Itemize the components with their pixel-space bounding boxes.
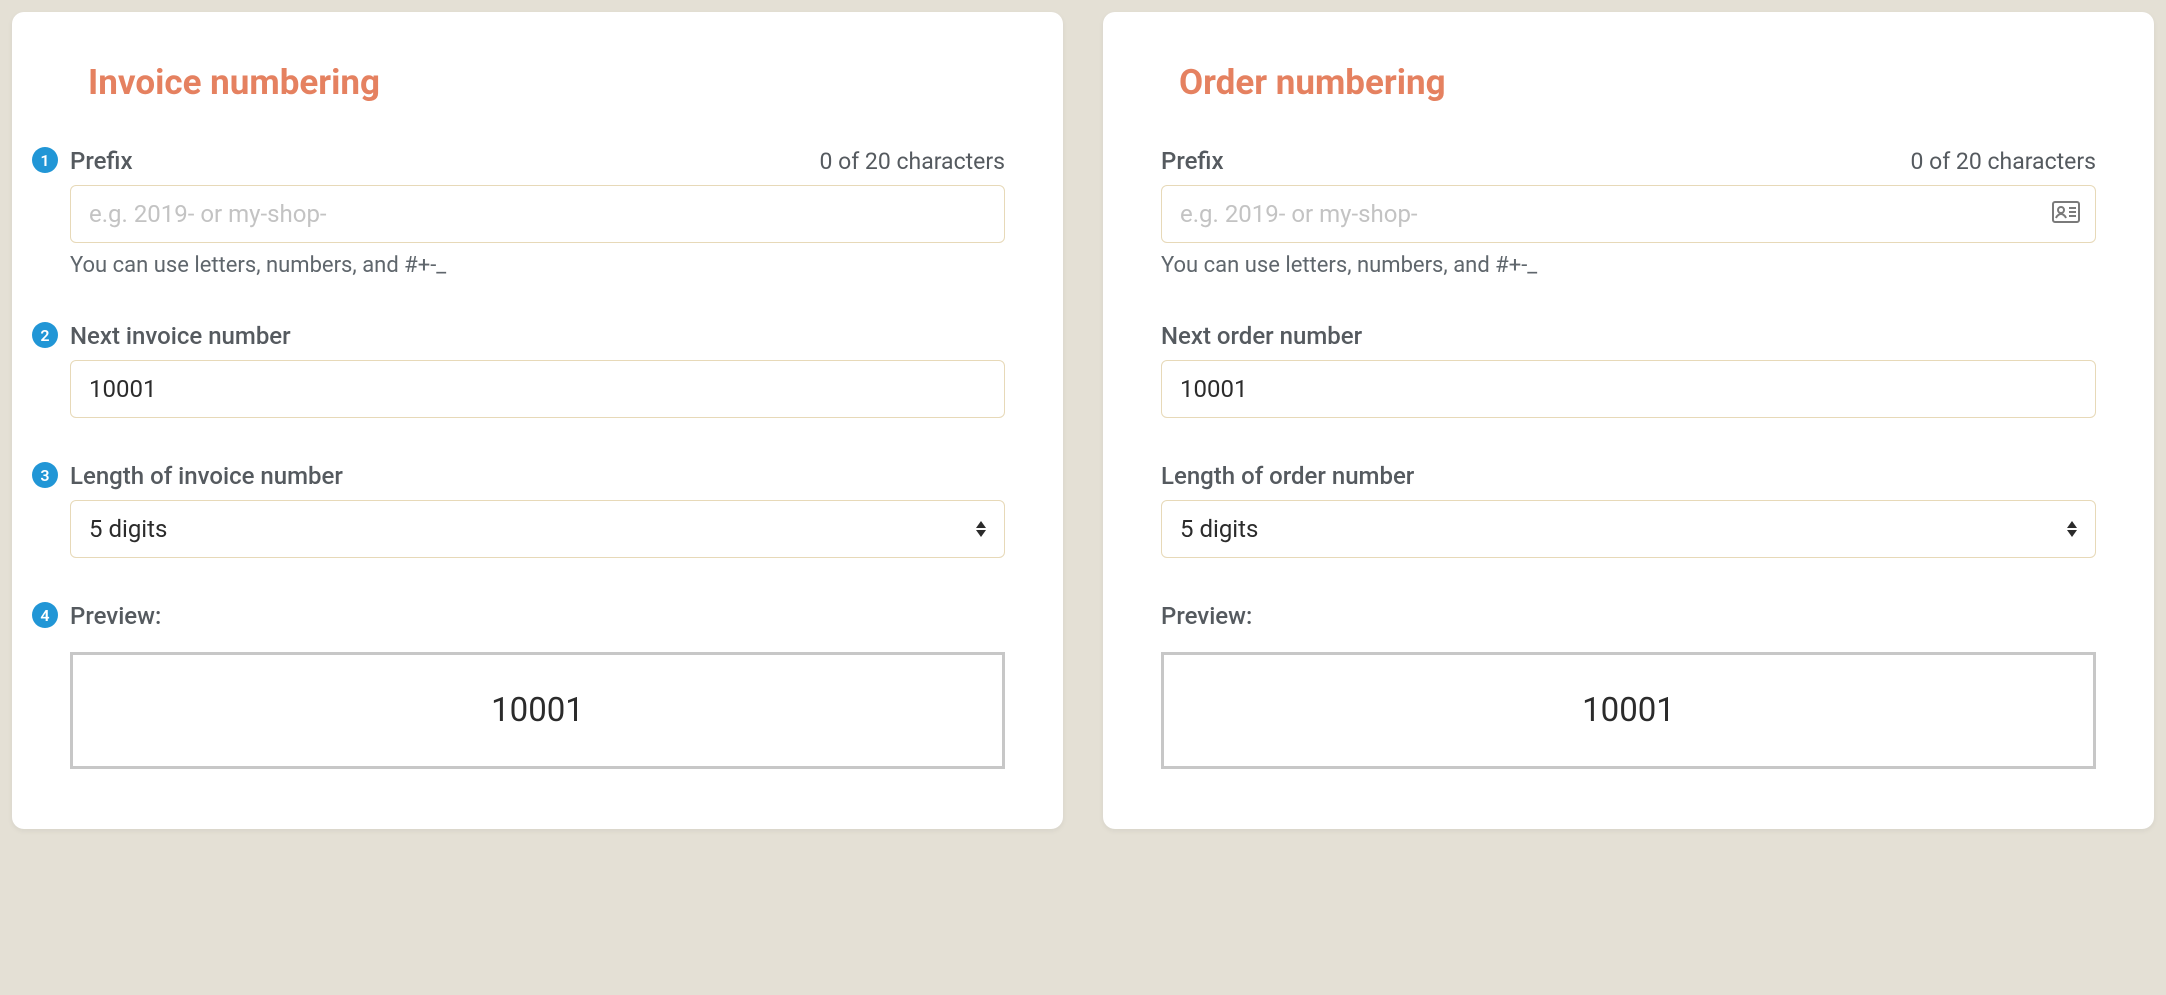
invoice-length-field: 3 Length of invoice number 5 digits (70, 462, 1005, 558)
order-prefix-field: Prefix 0 of 20 characters You can use (1161, 147, 2096, 278)
order-prefix-hint: You can use letters, numbers, and #+-_ (1161, 253, 2096, 278)
invoice-preview-box: 10001 (70, 652, 1005, 769)
invoice-preview-field: 4 Preview: 10001 (70, 602, 1005, 769)
step-badge-4: 4 (32, 602, 58, 628)
order-preview-field: Preview: 10001 (1161, 602, 2096, 769)
invoice-length-label: Length of invoice number (70, 462, 343, 490)
invoice-length-select[interactable]: 5 digits (70, 500, 1005, 558)
invoice-numbering-card: Invoice numbering 1 Prefix 0 of 20 chara… (12, 12, 1063, 829)
invoice-next-number-input[interactable] (70, 360, 1005, 418)
invoice-next-number-label: Next invoice number (70, 322, 291, 350)
order-preview-label: Preview: (1161, 602, 1252, 630)
order-prefix-label: Prefix (1161, 147, 1224, 175)
invoice-prefix-charcount: 0 of 20 characters (819, 148, 1005, 175)
invoice-prefix-input[interactable] (70, 185, 1005, 243)
order-next-number-input[interactable] (1161, 360, 2096, 418)
invoice-card-title: Invoice numbering (88, 62, 1005, 103)
invoice-next-number-field: 2 Next invoice number (70, 322, 1005, 418)
step-badge-2: 2 (32, 322, 58, 348)
invoice-prefix-hint: You can use letters, numbers, and #+-_ (70, 253, 1005, 278)
step-badge-3: 3 (32, 462, 58, 488)
invoice-prefix-label: Prefix (70, 147, 133, 175)
step-badge-1: 1 (32, 147, 58, 173)
invoice-prefix-field: 1 Prefix 0 of 20 characters You can use … (70, 147, 1005, 278)
order-card-title: Order numbering (1179, 62, 2096, 103)
order-length-label: Length of order number (1161, 462, 1414, 490)
order-preview-box: 10001 (1161, 652, 2096, 769)
order-next-number-field: Next order number (1161, 322, 2096, 418)
order-numbering-card: Order numbering Prefix 0 of 20 character… (1103, 12, 2154, 829)
order-prefix-input[interactable] (1161, 185, 2096, 243)
order-prefix-charcount: 0 of 20 characters (1910, 148, 2096, 175)
order-next-number-label: Next order number (1161, 322, 1362, 350)
invoice-preview-label: Preview: (70, 602, 161, 630)
order-length-field: Length of order number 5 digits (1161, 462, 2096, 558)
order-length-select[interactable]: 5 digits (1161, 500, 2096, 558)
